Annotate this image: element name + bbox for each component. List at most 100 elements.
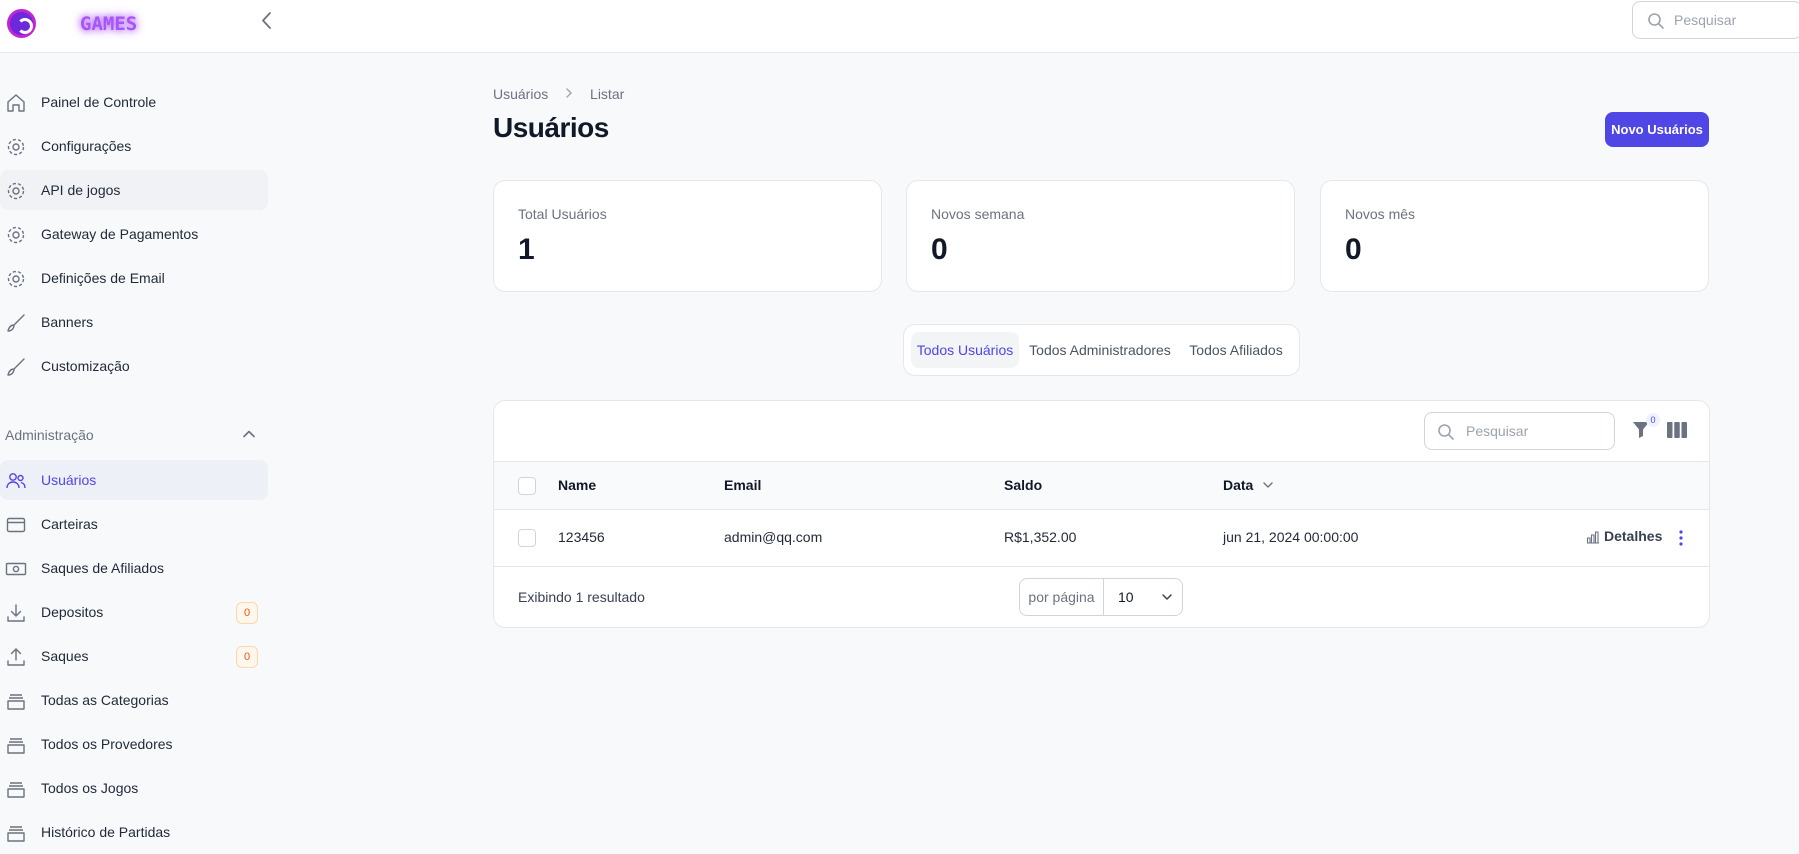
sidebar-item-label: Todas as Categorias	[41, 692, 169, 708]
stack-icon	[7, 694, 25, 710]
column-header-name[interactable]: Name	[558, 477, 596, 493]
sidebar-item-label: Customização	[41, 358, 130, 374]
logo-icon[interactable]	[7, 9, 36, 38]
cell-name: 123456	[558, 529, 605, 545]
sidebar-item-historico[interactable]: Histórico de Partidas	[0, 812, 268, 852]
results-count: Exibindo 1 resultado	[518, 589, 645, 605]
count-badge: 0	[236, 602, 258, 624]
sidebar-item-label: Configurações	[41, 138, 132, 154]
gear-icon	[7, 138, 25, 156]
stack-icon	[7, 826, 25, 842]
sidebar-item-painel[interactable]: Painel de Controle	[0, 82, 268, 122]
sidebar-item-categorias[interactable]: Todas as Categorias	[0, 680, 268, 720]
sidebar-item-label: Banners	[41, 314, 94, 330]
sidebar-item-label: Definições de Email	[41, 270, 165, 286]
per-page-label: por página	[1020, 579, 1104, 615]
collapse-sidebar-icon[interactable]	[255, 9, 279, 33]
sidebar-item-label: Carteiras	[41, 516, 98, 532]
download-icon	[7, 604, 25, 622]
sidebar: Painel de Controle Configurações API de …	[0, 54, 275, 854]
home-icon	[7, 94, 25, 112]
sidebar-item-label: Depositos	[41, 604, 104, 620]
gear-icon	[7, 270, 25, 288]
column-header-email[interactable]: Email	[724, 477, 761, 493]
cell-saldo: R$1,352.00	[1004, 529, 1077, 545]
sidebar-item-usuarios[interactable]: Usuários	[0, 460, 268, 500]
search-placeholder: Pesquisar	[1674, 12, 1737, 28]
per-page-selector: por página 10	[1019, 578, 1183, 616]
breadcrumb-parent-link[interactable]: Usuários	[493, 86, 548, 102]
sidebar-group-label: Administração	[5, 427, 94, 443]
columns-icon[interactable]	[1666, 420, 1688, 440]
tabs: Todos Usuários Todos Administradores Tod…	[903, 324, 1300, 376]
sidebar-item-customizacao[interactable]: Customização	[0, 346, 268, 386]
per-page-select[interactable]: 10	[1105, 579, 1182, 615]
stat-card-month: Novos mês 0	[1320, 180, 1709, 292]
stat-card-total: Total Usuários 1	[493, 180, 882, 292]
stat-label: Novos mês	[1345, 206, 1416, 222]
per-page-value: 10	[1118, 589, 1134, 605]
sidebar-item-label: Todos os Jogos	[41, 780, 139, 796]
filter-count-badge: 0	[1646, 413, 1660, 427]
sidebar-item-jogos[interactable]: Todos os Jogos	[0, 768, 268, 808]
cash-icon	[5, 562, 27, 576]
sidebar-item-saques[interactable]: Saques 0	[0, 636, 268, 676]
stat-label: Total Usuários	[518, 206, 607, 222]
row-checkbox[interactable]	[518, 529, 536, 547]
stack-icon	[7, 738, 25, 754]
new-user-button[interactable]: Novo Usuários	[1605, 112, 1709, 147]
column-header-data[interactable]: Data	[1223, 477, 1275, 493]
more-vertical-icon[interactable]	[1674, 528, 1688, 548]
chevron-up-icon[interactable]	[240, 425, 258, 443]
sidebar-item-saques-afiliados[interactable]: Saques de Afiliados	[0, 548, 268, 588]
users-icon	[6, 473, 26, 489]
stat-card-week: Novos semana 0	[906, 180, 1295, 292]
tab-afiliados[interactable]: Todos Afiliados	[1180, 332, 1292, 368]
tab-todos-usuarios[interactable]: Todos Usuários	[911, 332, 1019, 368]
wallet-icon	[6, 517, 26, 533]
brand-logo[interactable]: GAMES	[80, 13, 137, 35]
sidebar-item-label: Painel de Controle	[41, 94, 157, 110]
sort-desc-icon	[1263, 482, 1273, 488]
top-bar: GAMES Pesquisar	[0, 0, 1799, 53]
search-icon	[1438, 424, 1454, 440]
sidebar-item-configuracoes[interactable]: Configurações	[0, 126, 268, 166]
tab-administradores[interactable]: Todos Administradores	[1026, 332, 1174, 368]
column-header-label: Data	[1223, 477, 1254, 493]
breadcrumb: Usuários Listar	[493, 85, 624, 102]
details-button[interactable]: Detalhes	[1586, 528, 1662, 544]
select-all-checkbox[interactable]	[518, 477, 536, 495]
cell-data: jun 21, 2024 00:00:00	[1223, 529, 1359, 545]
users-table: Pesquisar 0 Name Email Saldo Data 123456…	[493, 400, 1710, 628]
sidebar-item-gateway[interactable]: Gateway de Pagamentos	[0, 214, 268, 254]
column-header-saldo[interactable]: Saldo	[1004, 477, 1042, 493]
sidebar-item-banners[interactable]: Banners	[0, 302, 268, 342]
table-search-input[interactable]: Pesquisar	[1424, 412, 1615, 450]
sidebar-item-label: Todos os Provedores	[41, 736, 173, 752]
sidebar-item-label: API de jogos	[41, 182, 121, 198]
details-label: Detalhes	[1604, 528, 1663, 544]
cell-email: admin@qq.com	[724, 529, 823, 545]
upload-icon	[7, 648, 25, 666]
brush-icon	[7, 358, 25, 376]
stat-label: Novos semana	[931, 206, 1025, 222]
sidebar-item-carteiras[interactable]: Carteiras	[0, 504, 268, 544]
search-icon	[1648, 13, 1664, 29]
global-search-input[interactable]: Pesquisar	[1632, 1, 1799, 39]
page-title: Usuários	[493, 112, 609, 143]
table-header: Name Email Saldo Data	[494, 461, 1709, 510]
table-row[interactable]: 123456 admin@qq.com R$1,352.00 jun 21, 2…	[494, 510, 1709, 567]
sidebar-item-provedores[interactable]: Todos os Provedores	[0, 724, 268, 764]
count-badge: 0	[236, 646, 258, 668]
sidebar-item-label: Usuários	[41, 472, 97, 488]
gear-icon	[7, 226, 25, 244]
search-placeholder: Pesquisar	[1466, 423, 1529, 439]
chevron-right-icon	[564, 86, 574, 102]
stack-icon	[7, 782, 25, 798]
chart-bar-icon	[1586, 531, 1599, 544]
sidebar-item-api-jogos[interactable]: API de jogos	[0, 170, 268, 210]
sidebar-item-email[interactable]: Definições de Email	[0, 258, 268, 298]
gear-icon	[7, 182, 25, 200]
stat-value: 1	[518, 233, 535, 266]
sidebar-item-depositos[interactable]: Depositos 0	[0, 592, 268, 632]
